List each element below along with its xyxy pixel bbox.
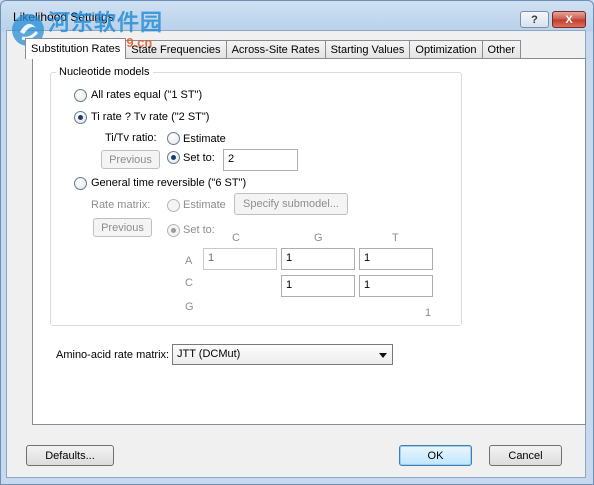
- label-6st[interactable]: General time reversible ("6 ST"): [91, 177, 246, 189]
- tab-substitution-rates[interactable]: Substitution Rates: [25, 38, 127, 59]
- matrix-cell-ac[interactable]: 1: [203, 248, 277, 270]
- rate-matrix-label: Rate matrix:: [91, 199, 151, 211]
- titv-ratio-label: Ti/Tv ratio:: [105, 132, 157, 144]
- title-bar[interactable]: Likelihood Settings ? X: [1, 1, 593, 31]
- amino-acid-matrix-select[interactable]: JTT (DCMut): [172, 344, 393, 365]
- close-icon: X: [565, 13, 573, 26]
- cancel-button[interactable]: Cancel: [489, 445, 562, 466]
- ok-button[interactable]: OK: [399, 445, 472, 466]
- radio-matrix-estimate[interactable]: [167, 199, 180, 212]
- defaults-button[interactable]: Defaults...: [26, 445, 114, 466]
- matrix-previous-button[interactable]: Previous: [93, 218, 152, 237]
- tab-optimization[interactable]: Optimization: [409, 40, 483, 59]
- radio-matrix-setto[interactable]: [167, 224, 180, 237]
- titv-estimate-label[interactable]: Estimate: [183, 133, 226, 145]
- matrix-row-g: G: [185, 301, 194, 313]
- label-2st[interactable]: Ti rate ? Tv rate ("2 ST"): [91, 111, 209, 123]
- matrix-row-a: A: [185, 255, 193, 267]
- window-title: Likelihood Settings: [13, 10, 114, 24]
- matrix-cell-ct[interactable]: 1: [359, 275, 433, 297]
- specify-submodel-button[interactable]: Specify submodel...: [234, 193, 348, 215]
- matrix-estimate-label[interactable]: Estimate: [183, 199, 226, 211]
- matrix-col-c: C: [232, 232, 240, 244]
- titv-setto-label[interactable]: Set to:: [183, 152, 215, 164]
- tab-starting-values[interactable]: Starting Values: [324, 40, 411, 59]
- tab-other[interactable]: Other: [481, 40, 522, 59]
- titv-ratio-input[interactable]: 2: [223, 149, 298, 171]
- titv-previous-button[interactable]: Previous: [101, 150, 160, 169]
- matrix-cell-at[interactable]: 1: [359, 248, 433, 270]
- nucleotide-models-label: Nucleotide models: [56, 66, 153, 78]
- tab-across-site-rates[interactable]: Across-Site Rates: [225, 40, 326, 59]
- close-button[interactable]: X: [552, 11, 586, 28]
- matrix-cell-ag[interactable]: 1: [281, 248, 355, 270]
- tab-strip: Substitution Rates State Frequencies Acr…: [25, 38, 522, 59]
- chevron-down-icon: [379, 353, 387, 358]
- matrix-cell-gt: 1: [425, 307, 432, 319]
- radio-titv-estimate[interactable]: [167, 132, 180, 145]
- radio-6st[interactable]: [74, 177, 87, 190]
- matrix-setto-label[interactable]: Set to:: [183, 224, 215, 236]
- amino-acid-label: Amino-acid rate matrix:: [56, 349, 170, 361]
- label-1st[interactable]: All rates equal ("1 ST"): [91, 89, 202, 101]
- amino-acid-matrix-value: JTT (DCMut): [177, 348, 241, 360]
- radio-1st[interactable]: [74, 89, 87, 102]
- matrix-cell-cg[interactable]: 1: [281, 275, 355, 297]
- help-button[interactable]: ?: [520, 11, 549, 28]
- matrix-row-c: C: [185, 277, 193, 289]
- tab-state-frequencies[interactable]: State Frequencies: [125, 40, 227, 59]
- radio-titv-setto[interactable]: [167, 151, 180, 164]
- matrix-col-t: T: [392, 232, 399, 244]
- matrix-col-g: G: [314, 232, 323, 244]
- radio-2st[interactable]: [74, 111, 87, 124]
